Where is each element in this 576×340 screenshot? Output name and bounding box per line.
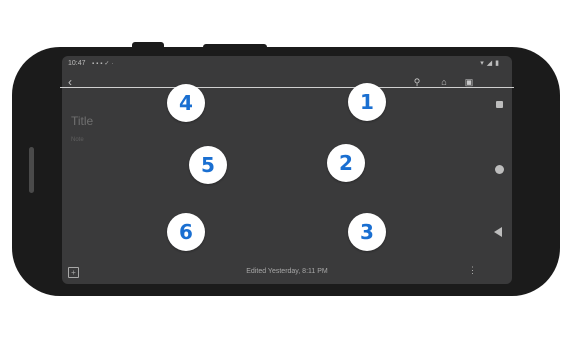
earpiece-speaker xyxy=(29,147,34,193)
marker-4: 4 xyxy=(167,84,205,122)
phone-screen: 10:47 ▪▪▪✓· ▾◢▮ ‹ ⚲ ⌂ ▣ Title Note + Edi… xyxy=(62,56,512,284)
back-triangle-icon[interactable] xyxy=(494,227,502,237)
recents-square-icon[interactable] xyxy=(496,101,503,108)
toolbar-divider xyxy=(60,87,514,88)
marker-5: 5 xyxy=(189,146,227,184)
home-circle-icon[interactable] xyxy=(495,165,504,174)
marker-6: 6 xyxy=(167,213,205,251)
note-body-field[interactable]: Note xyxy=(71,137,84,143)
status-time: 10:47 xyxy=(68,60,86,67)
status-notification-icons: ▪▪▪✓· xyxy=(92,60,115,67)
marker-3: 3 xyxy=(348,213,386,251)
dot-icon: · xyxy=(111,61,116,67)
archive-icon[interactable]: ▣ xyxy=(464,77,474,87)
bell-icon[interactable]: ⌂ xyxy=(439,77,449,87)
signal-icon: ◢ xyxy=(486,60,496,67)
more-vert-icon[interactable]: ⋮ xyxy=(468,266,477,275)
pin-icon[interactable]: ⚲ xyxy=(412,77,422,87)
status-system-icons: ▾◢▮ xyxy=(480,59,502,67)
note-title-field[interactable]: Title xyxy=(71,114,93,128)
note-bottom-bar: + Edited Yesterday, 8:11 PM ⋮ xyxy=(62,260,512,284)
marker-2: 2 xyxy=(327,144,365,182)
edited-timestamp: Edited Yesterday, 8:11 PM xyxy=(246,268,328,275)
status-bar: 10:47 ▪▪▪✓· ▾◢▮ xyxy=(62,56,512,72)
battery-icon: ▮ xyxy=(495,60,502,67)
marker-1: 1 xyxy=(348,83,386,121)
